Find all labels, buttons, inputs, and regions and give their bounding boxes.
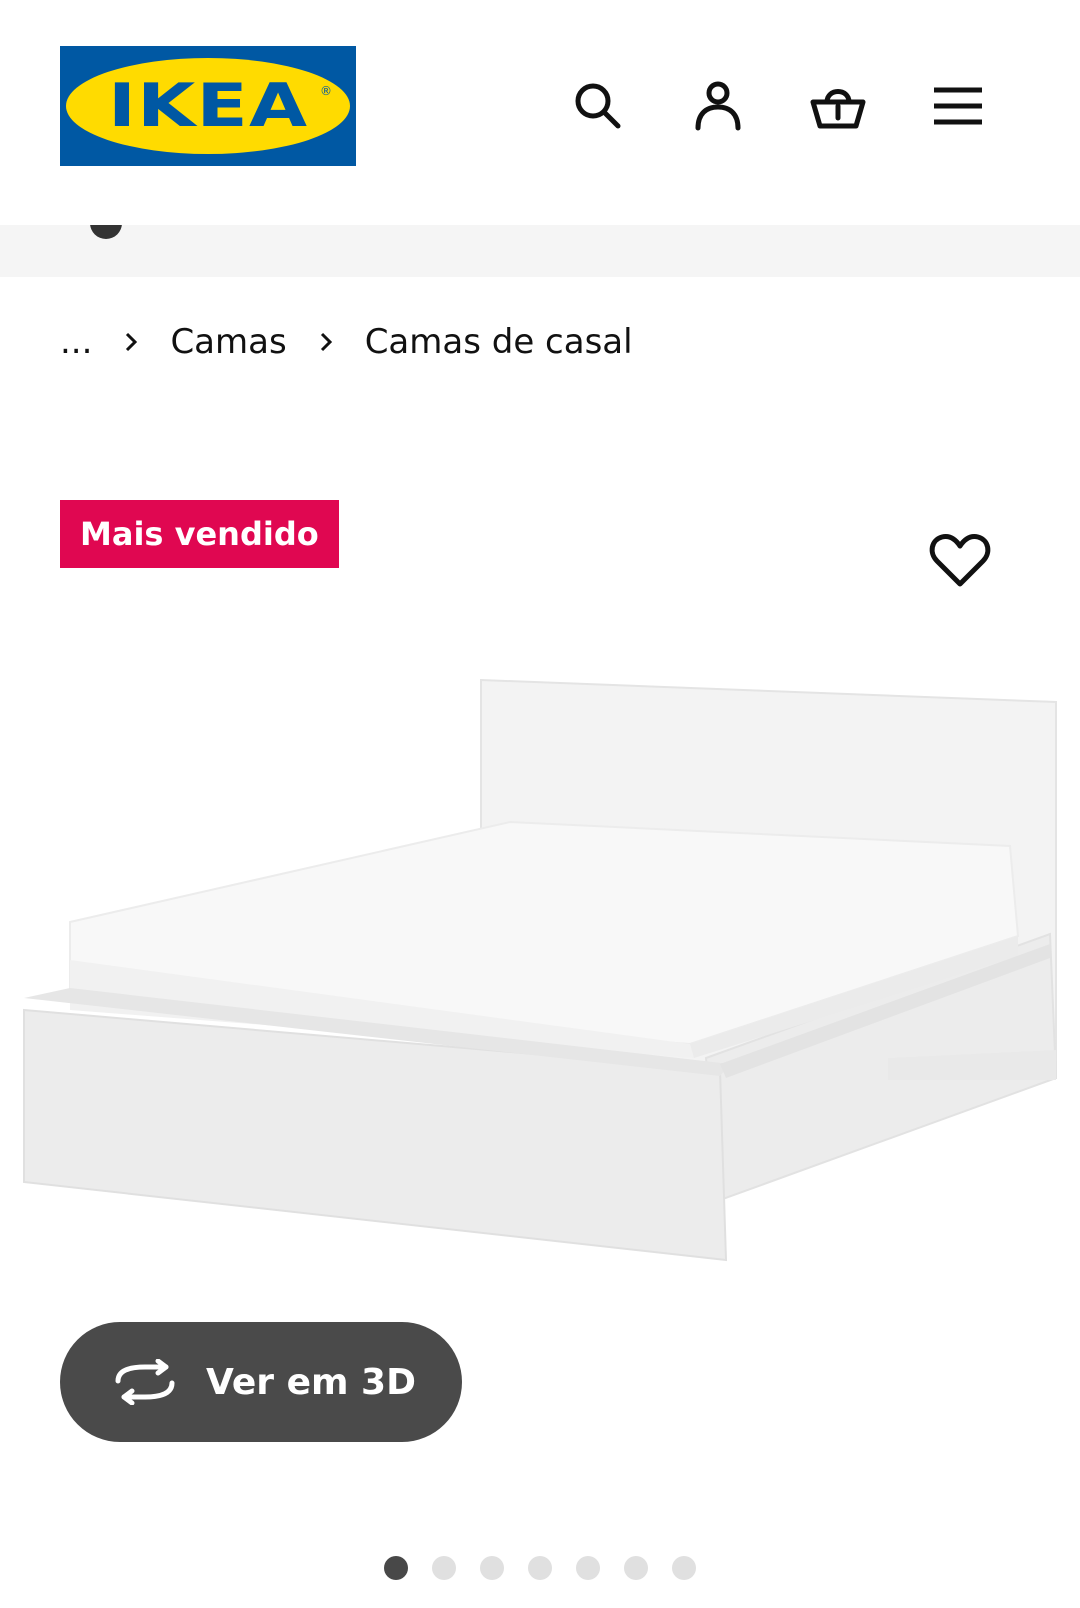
view-3d-button[interactable]: Ver em 3D: [60, 1322, 462, 1442]
menu-icon[interactable]: [928, 76, 988, 136]
breadcrumb: ... Camas Camas de casal: [60, 320, 633, 364]
ikea-logo[interactable]: IKEA ®: [60, 46, 356, 166]
breadcrumb-item-camas[interactable]: Camas: [170, 322, 286, 362]
site-header: IKEA ®: [0, 0, 1080, 225]
carousel-dot[interactable]: [480, 1556, 504, 1580]
breadcrumb-ellipsis[interactable]: ...: [60, 322, 92, 362]
notice-strip: [0, 225, 1080, 277]
search-icon[interactable]: [568, 76, 628, 136]
rotate-3d-icon: [115, 1359, 175, 1405]
carousel-dot[interactable]: [624, 1556, 648, 1580]
carousel-dot[interactable]: [528, 1556, 552, 1580]
chevron-right-icon: [319, 331, 333, 353]
basket-icon[interactable]: [808, 76, 868, 136]
registered-mark: ®: [320, 84, 332, 98]
carousel-dot[interactable]: [432, 1556, 456, 1580]
chevron-right-icon: [124, 331, 138, 353]
heart-icon[interactable]: [928, 530, 992, 590]
logo-text: IKEA: [107, 71, 309, 141]
view-3d-label: Ver em 3D: [206, 1361, 416, 1403]
logo-oval: IKEA ®: [66, 58, 350, 154]
bestseller-badge: Mais vendido: [60, 500, 339, 568]
carousel-dot[interactable]: [672, 1556, 696, 1580]
info-icon: [90, 225, 122, 239]
account-icon[interactable]: [688, 76, 748, 136]
carousel-dot[interactable]: [576, 1556, 600, 1580]
carousel-dots: [0, 1556, 1080, 1580]
product-image[interactable]: [0, 660, 1080, 1300]
breadcrumb-item-camas-de-casal[interactable]: Camas de casal: [365, 322, 633, 362]
carousel-dot[interactable]: [384, 1556, 408, 1580]
